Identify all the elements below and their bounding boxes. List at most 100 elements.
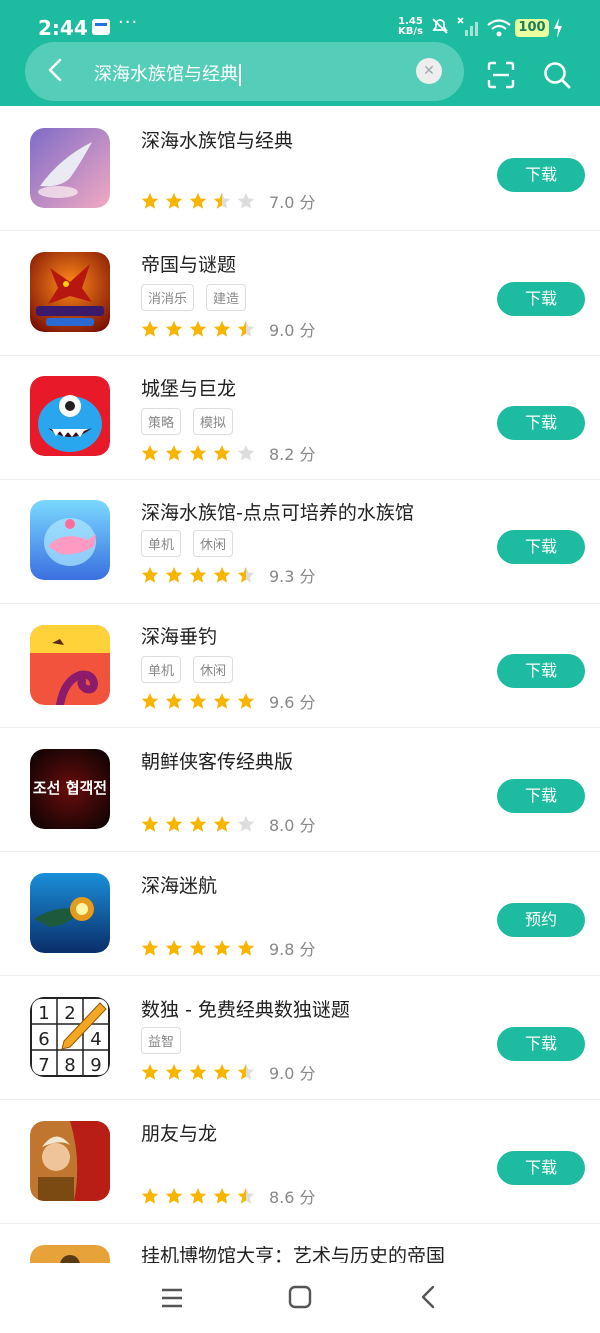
pink-whale-icon[interactable] bbox=[30, 500, 110, 580]
download-button[interactable]: 下载 bbox=[497, 779, 585, 813]
whale-icon[interactable] bbox=[30, 128, 110, 208]
app-title[interactable]: 朝鲜侠客传经典版 bbox=[141, 747, 293, 774]
star-icon bbox=[213, 1064, 231, 1080]
star-icon bbox=[189, 445, 207, 461]
star-icon bbox=[237, 693, 255, 709]
back-arrow-icon[interactable] bbox=[44, 58, 68, 82]
search-box[interactable] bbox=[25, 42, 464, 101]
octopus-fishing-icon[interactable] bbox=[30, 625, 110, 705]
mail-icon bbox=[92, 19, 110, 35]
rating-score: 9.6 分 bbox=[269, 693, 316, 712]
korean-title-icon[interactable]: 조선 협객전 bbox=[30, 749, 110, 829]
app-title[interactable]: 深海水族馆-点点可培养的水族馆 bbox=[141, 498, 414, 525]
star-icon bbox=[165, 321, 183, 337]
app-title[interactable]: 深海垂钓 bbox=[141, 622, 217, 649]
list-item[interactable]: 朋友与龙 8.6 分 下载 bbox=[0, 1099, 600, 1224]
star-icon bbox=[165, 816, 183, 832]
list-item[interactable]: 挂机博物馆大亨：艺术与历史的帝国 bbox=[0, 1223, 600, 1263]
tag[interactable]: 益智 bbox=[141, 1027, 182, 1054]
rating-score: 9.0 分 bbox=[269, 1064, 316, 1083]
star-icon bbox=[237, 445, 255, 461]
app-title[interactable]: 帝国与谜题 bbox=[141, 250, 236, 277]
list-item[interactable]: 帝国与谜题 消消乐 建造 9.0 分 下载 bbox=[0, 231, 600, 356]
app-title[interactable]: 挂机博物馆大亨：艺术与历史的帝国 bbox=[141, 1241, 445, 1263]
tag[interactable]: 消消乐 bbox=[141, 284, 195, 311]
deep-sea-fish-icon[interactable] bbox=[30, 873, 110, 953]
star-icon bbox=[237, 940, 255, 956]
download-button[interactable]: 下载 bbox=[497, 1151, 585, 1185]
download-button[interactable]: 下载 bbox=[497, 406, 585, 440]
download-button[interactable]: 下载 bbox=[497, 1027, 585, 1061]
tag[interactable]: 单机 bbox=[141, 530, 182, 557]
search-input[interactable]: 深海水族馆与经典 bbox=[94, 60, 241, 86]
star-icon bbox=[141, 693, 159, 709]
tag[interactable]: 休闲 bbox=[193, 656, 234, 683]
star-icon bbox=[165, 1188, 183, 1204]
tag-list: 单机 休闲 bbox=[141, 530, 234, 557]
list-item[interactable]: 城堡与巨龙 策略 模拟 8.2 分 下载 bbox=[0, 355, 600, 480]
list-item[interactable]: 조선 협객전 朝鲜侠客传经典版 8.0 分 下载 bbox=[0, 727, 600, 852]
list-item[interactable]: 深海迷航 9.8 分 预约 bbox=[0, 851, 600, 976]
star-icon bbox=[189, 940, 207, 956]
star-icon bbox=[213, 1188, 231, 1204]
search-icon[interactable] bbox=[542, 60, 572, 90]
rating-stars: 8.6 分 bbox=[141, 1184, 316, 1208]
download-button[interactable]: 下载 bbox=[497, 530, 585, 564]
star-icon bbox=[141, 321, 159, 337]
list-item[interactable]: 深海水族馆-点点可培养的水族馆 单机 休闲 9.3 分 下载 bbox=[0, 479, 600, 604]
sudoku-digit: 2 bbox=[64, 1003, 75, 1024]
sudoku-digit: 7 bbox=[38, 1055, 49, 1076]
rating-score: 9.8 分 bbox=[269, 940, 316, 959]
status-time: 2:44 bbox=[38, 16, 88, 40]
museum-icon[interactable] bbox=[30, 1245, 110, 1263]
monster-icon[interactable] bbox=[30, 376, 110, 456]
tag[interactable]: 休闲 bbox=[193, 530, 234, 557]
star-icon bbox=[237, 1188, 255, 1204]
tag[interactable]: 单机 bbox=[141, 656, 182, 683]
menu-icon[interactable] bbox=[160, 1287, 184, 1309]
tag-list: 单机 休闲 bbox=[141, 656, 234, 683]
app-title[interactable]: 深海迷航 bbox=[141, 871, 217, 898]
tag-list: 消消乐 建造 bbox=[141, 284, 247, 311]
rating-stars: 9.0 分 bbox=[141, 1060, 316, 1084]
dragon-empires-icon[interactable] bbox=[30, 252, 110, 332]
back-icon[interactable] bbox=[418, 1285, 438, 1309]
app-title[interactable]: 朋友与龙 bbox=[141, 1119, 217, 1146]
heroes-dragon-icon[interactable] bbox=[30, 1121, 110, 1201]
tag[interactable]: 建造 bbox=[206, 284, 247, 311]
home-icon[interactable] bbox=[288, 1285, 312, 1309]
list-item[interactable]: 深海垂钓 单机 休闲 9.6 分 下载 bbox=[0, 603, 600, 728]
star-icon bbox=[189, 816, 207, 832]
star-icon bbox=[213, 193, 231, 209]
tag-list: 策略 模拟 bbox=[141, 408, 234, 435]
list-item[interactable]: 1 2 6 4 7 8 9 数独 - 免费经典数独谜题 益智 9.0 分 下载 bbox=[0, 975, 600, 1100]
tag[interactable]: 模拟 bbox=[193, 408, 234, 435]
rating-stars: 8.2 分 bbox=[141, 441, 316, 465]
tag[interactable]: 策略 bbox=[141, 408, 182, 435]
app-title[interactable]: 深海水族馆与经典 bbox=[141, 126, 293, 153]
clear-search-button[interactable]: ✕ bbox=[416, 58, 442, 84]
network-speed: 1.45 KB/s bbox=[398, 16, 423, 37]
star-icon bbox=[141, 445, 159, 461]
star-icon bbox=[189, 567, 207, 583]
rating-stars: 8.0 分 bbox=[141, 812, 316, 836]
download-button[interactable]: 下载 bbox=[497, 282, 585, 316]
star-icon bbox=[141, 193, 159, 209]
star-icon bbox=[165, 445, 183, 461]
sudoku-digit: 6 bbox=[38, 1029, 49, 1050]
status-bar: 2:44 ··· 1.45 KB/s 100 bbox=[0, 0, 600, 40]
rating-score: 8.6 分 bbox=[269, 1188, 316, 1207]
star-icon bbox=[165, 1064, 183, 1080]
rating-score: 8.0 分 bbox=[269, 816, 316, 835]
reserve-button[interactable]: 预约 bbox=[497, 903, 585, 937]
star-icon bbox=[165, 940, 183, 956]
sudoku-grid-icon[interactable]: 1 2 6 4 7 8 9 bbox=[30, 997, 110, 1077]
app-title[interactable]: 城堡与巨龙 bbox=[141, 374, 236, 401]
download-button[interactable]: 下载 bbox=[497, 158, 585, 192]
star-icon bbox=[141, 816, 159, 832]
star-icon bbox=[237, 1064, 255, 1080]
list-item[interactable]: 深海水族馆与经典 7.0 分 下载 bbox=[0, 106, 600, 231]
app-title[interactable]: 数独 - 免费经典数独谜题 bbox=[141, 995, 350, 1022]
scan-icon[interactable] bbox=[486, 60, 516, 90]
download-button[interactable]: 下载 bbox=[497, 654, 585, 688]
